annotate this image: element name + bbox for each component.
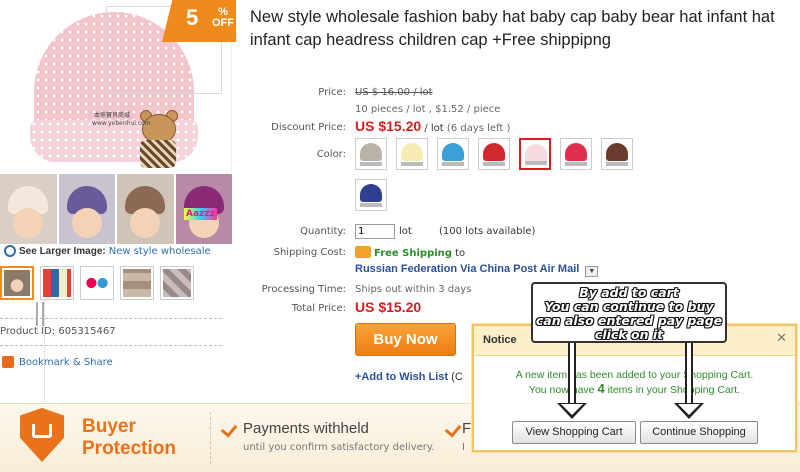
swatch-label-bar [360,162,382,166]
swatch-label-bar [525,161,547,165]
hat-swatch-icon [360,184,382,202]
color-swatches [355,138,633,211]
quantity-available: (100 lots available) [439,226,536,237]
image-caption: 本熊寶貝商城 www.yebenhui.com [92,112,151,127]
divider [0,318,222,319]
color-swatch[interactable] [519,138,551,170]
add-to-wishlist-link[interactable]: +Add to Wish List (C [355,371,463,383]
swatch-label-bar [565,162,587,166]
product-title: New style wholesale fashion baby hat bab… [250,8,775,49]
thumbnail-1[interactable] [0,266,34,300]
swatch-label-bar [606,162,628,166]
buyer-protection-title: Buyer Protection [82,416,176,459]
protection-item-2-title: F [462,420,472,437]
free-shipping-icon [355,246,371,258]
thumbnail-5[interactable] [160,266,194,300]
notice-message: A new item has been added to your Shoppi… [515,369,754,396]
annotation-arrow-left [557,343,587,419]
cart-item-count: 4 [597,381,605,396]
hat-swatch-icon [525,144,547,162]
thumbnail-2[interactable] [40,266,74,300]
product-id: Product ID: 605315467 [0,326,116,337]
hat-swatch-icon [565,143,587,161]
swatch-label-bar [442,162,464,166]
color-swatch[interactable] [478,138,510,170]
shipping-method-label: Russian Federation Via China Post Air Ma… [355,263,580,275]
quantity-unit: lot [399,226,412,237]
discount-badge: 5 % OFF [162,0,236,42]
shipping-cost-label: Shipping Cost: [273,247,346,258]
chevron-down-icon[interactable]: ▼ [585,266,599,277]
processing-time: Ships out within 3 days [355,284,472,295]
discount-price-label: Discount Price: [271,122,346,133]
quantity-input[interactable] [355,224,395,239]
discount-price-row: US $15.20 / lot (6 days left ) [355,118,510,134]
shipping-to: to [455,248,466,259]
wishlist-count: (C [451,371,463,383]
hat-swatch-icon [483,143,505,161]
checkmark-icon [444,420,462,438]
share-icon [2,356,14,368]
color-swatch[interactable] [560,138,592,170]
swatch-label-bar [401,162,423,166]
hat-swatch-icon [442,143,464,161]
discount-off-label: % OFF [212,6,234,29]
bookmark-label: Bookmark & Share [19,356,113,368]
bow-decoration [140,140,176,168]
swatch-label-bar [483,162,505,166]
checkmark-icon [220,420,238,438]
original-price: US $ 16.00 / lot [355,87,433,98]
zoom-icon [4,245,16,257]
quantity-label: Quantity: [300,226,346,237]
see-larger-link[interactable]: New style wholesale [109,246,211,257]
color-label: Color: [316,149,346,160]
discount-time-left: (6 days left ) [446,123,511,134]
swatch-label-bar [360,203,382,207]
protection-item-2-sub: I [462,442,465,453]
color-swatch[interactable] [396,138,428,170]
free-shipping-label: Free Shipping [374,248,452,259]
thumbnail-4[interactable] [120,266,154,300]
discount-unit: / lot [424,123,444,134]
color-swatch[interactable] [355,138,387,170]
thumbnail-scroll-handle[interactable] [36,302,44,326]
divider [0,345,222,346]
payments-withheld-sub: until you confirm satisfactory delivery. [243,442,435,453]
close-icon[interactable]: ✕ [776,332,787,346]
see-larger-image[interactable]: See Larger Image: New style wholesale [4,245,211,257]
shield-cart-icon [20,408,64,462]
colorful-tag: Aazzz [184,208,217,220]
annotation-arrow-right [674,343,704,419]
hat-swatch-icon [401,143,423,161]
hat-swatch-icon [606,143,628,161]
annotation-callout: By add to cart You can continue to buy c… [531,282,727,343]
total-price-label: Total Price: [291,303,346,314]
notice-title: Notice [483,334,517,346]
processing-time-label: Processing Time: [261,284,346,295]
see-larger-label: See Larger Image: [19,245,106,257]
color-swatch[interactable] [601,138,633,170]
notice-dialog: Notice ✕ A new item has been added to yo… [472,324,797,452]
wishlist-label: +Add to Wish List [355,371,449,383]
buy-now-button[interactable]: Buy Now [355,323,456,356]
color-swatch[interactable] [355,179,387,211]
total-price: US $15.20 [355,299,422,315]
divider [210,412,211,464]
view-shopping-cart-button[interactable]: View Shopping Cart [512,421,636,444]
price-label: Price: [318,87,346,98]
discount-percent: 5 [186,5,199,30]
color-swatch[interactable] [437,138,469,170]
payments-withheld-title: Payments withheld [243,420,369,437]
price-per-piece: 10 pieces / lot , $1.52 / piece [355,104,501,115]
bookmark-share-link[interactable]: Bookmark & Share [2,356,113,368]
hat-swatch-icon [360,143,382,161]
discount-price: US $15.20 [355,118,422,134]
continue-shopping-button[interactable]: Continue Shopping [640,421,758,444]
shipping-method-select[interactable]: Russian Federation Via China Post Air Ma… [355,263,599,277]
thumbnail-list [0,266,194,300]
shipping-cost: Free Shipping to [355,246,465,259]
thumbnail-3[interactable] [80,266,114,300]
